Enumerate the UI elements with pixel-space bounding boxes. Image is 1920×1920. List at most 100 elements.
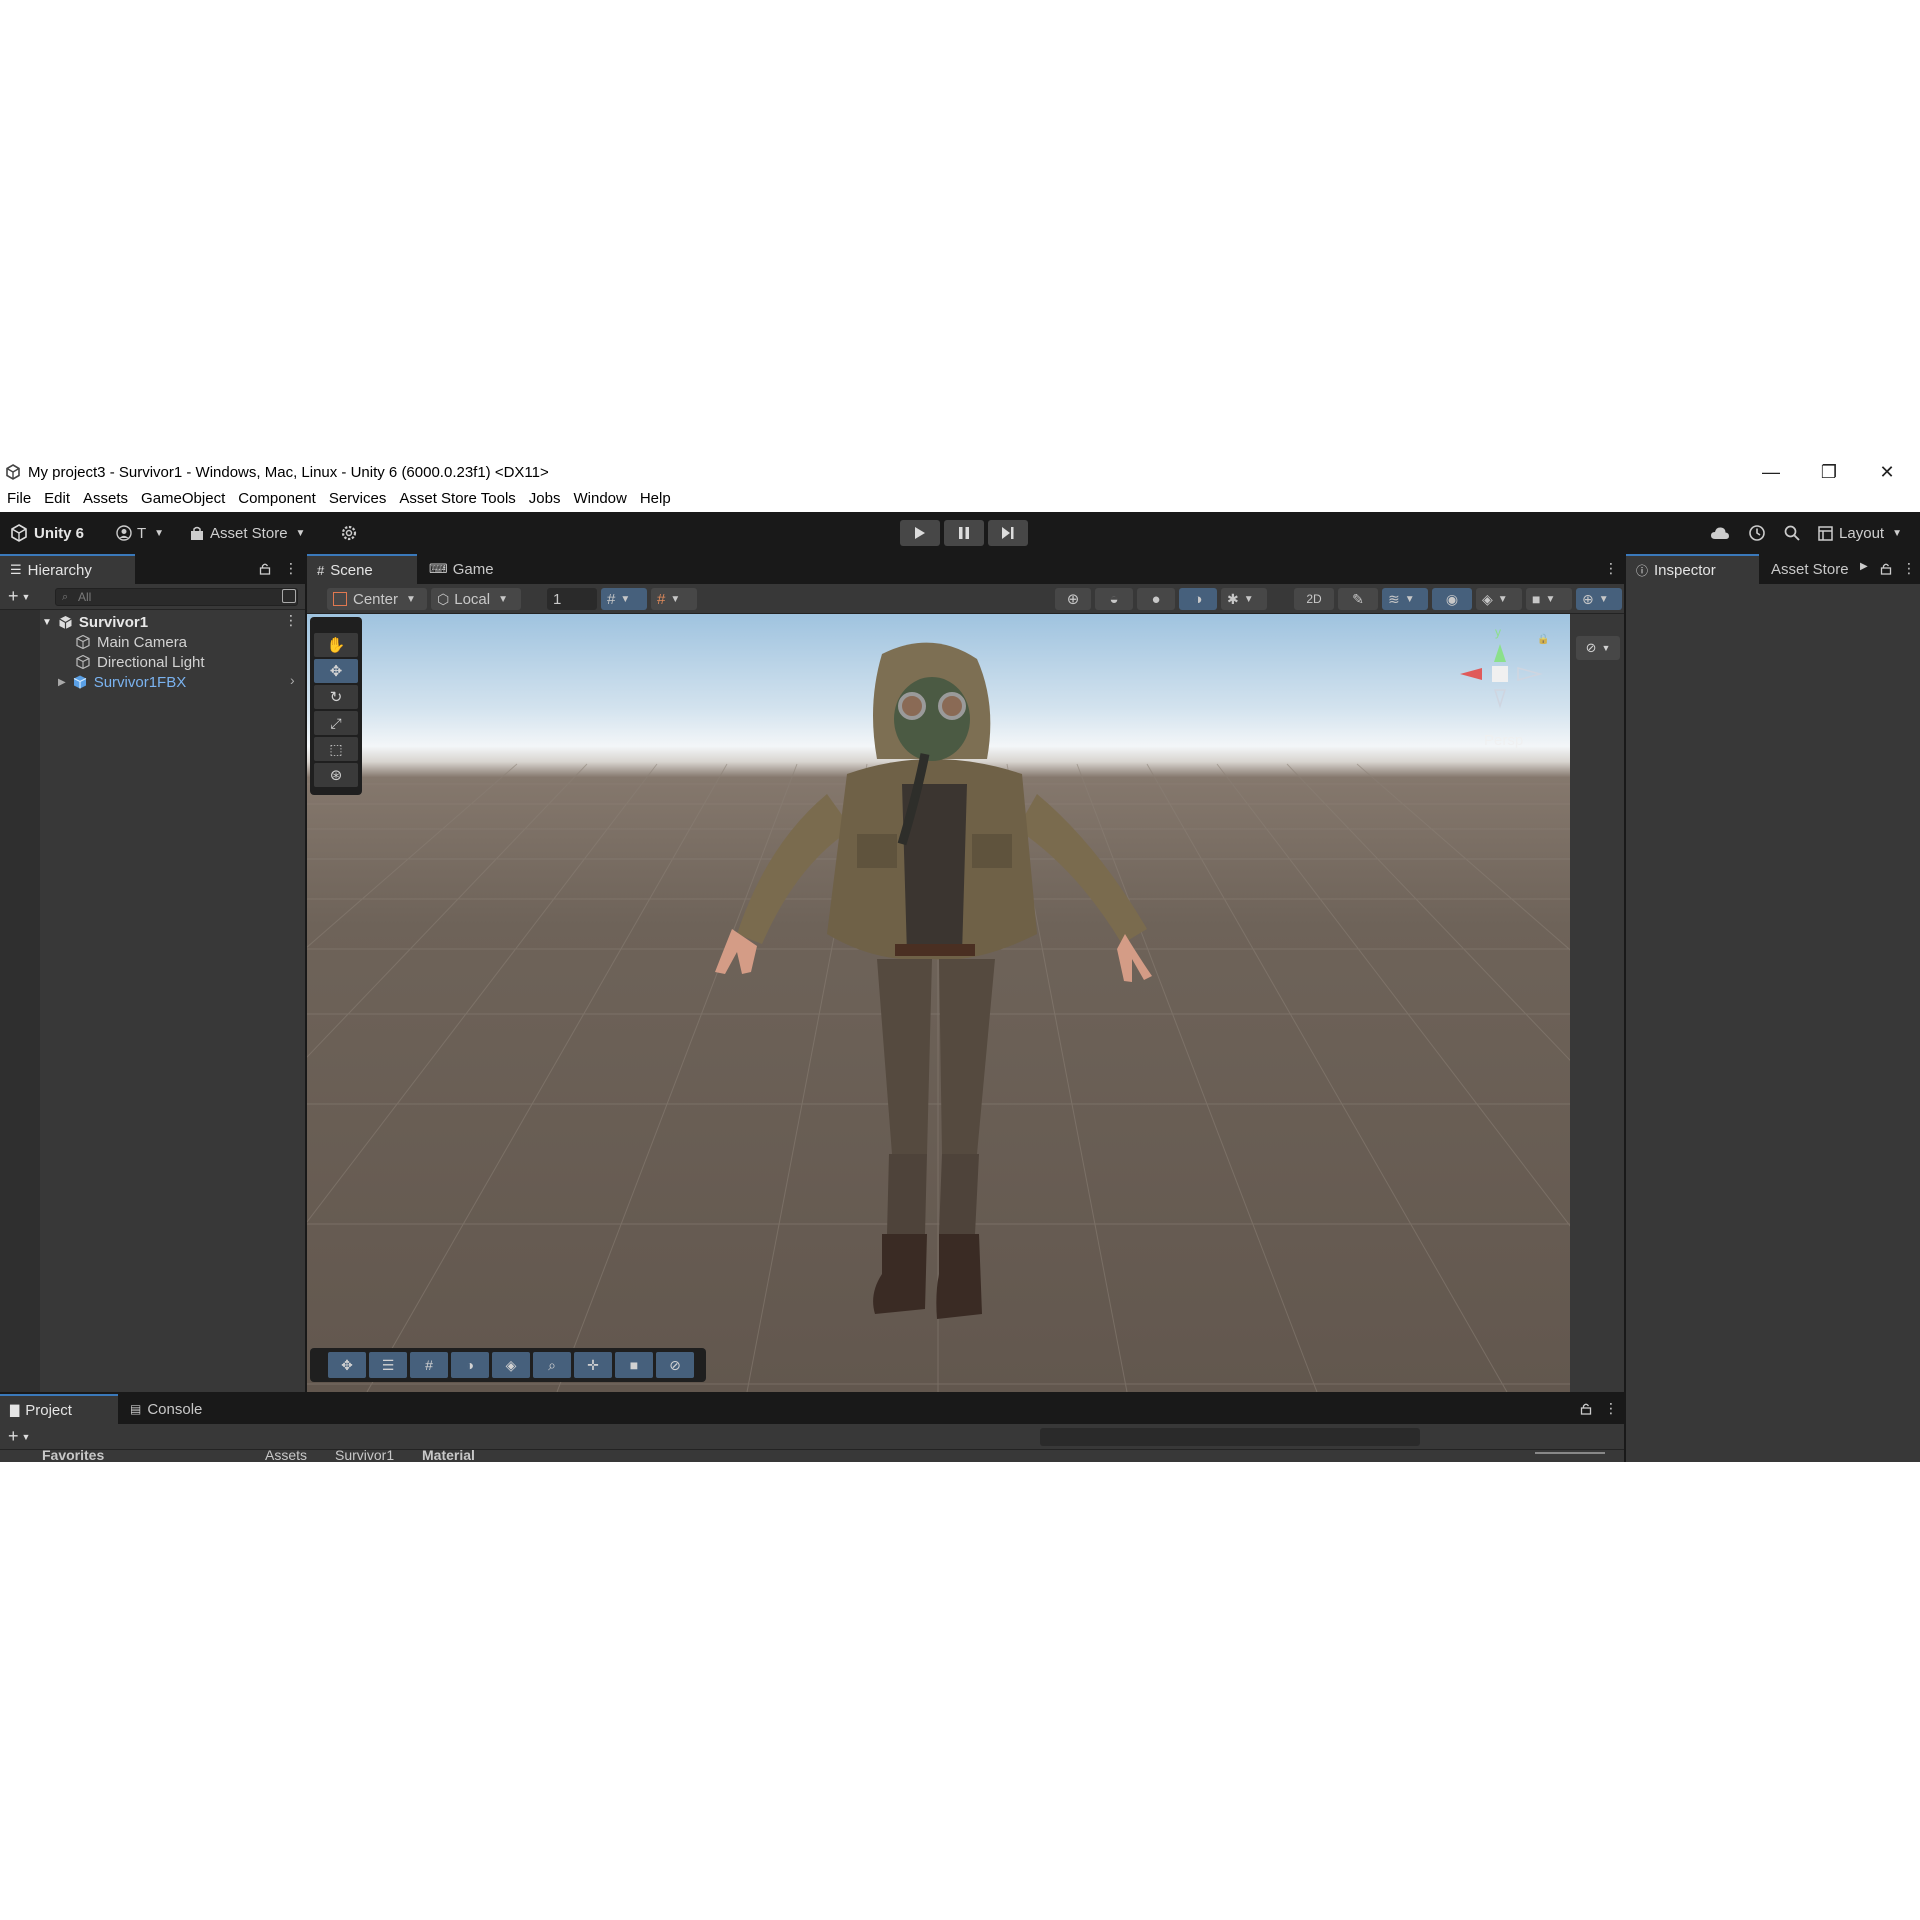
tab-project[interactable]: ▇ Project	[0, 1394, 118, 1424]
tab-hierarchy[interactable]: ☰ Hierarchy	[0, 554, 135, 584]
chevron-right-icon[interactable]: ›	[290, 672, 295, 688]
gameobject-cube-icon	[75, 634, 91, 650]
account-dropdown[interactable]: T ▼	[116, 522, 164, 544]
unity-brand-button[interactable]: Unity 6	[10, 522, 84, 544]
tree-row-scene[interactable]: ▼ Survivor1	[42, 612, 148, 632]
more-options-icon[interactable]: ⋮	[284, 612, 298, 629]
scene-visibility-icon[interactable]	[282, 589, 296, 603]
hand-tool-button[interactable]: ✋	[314, 633, 358, 657]
more-options-icon[interactable]: ⋮	[1604, 1400, 1618, 1417]
gizmo-neg-y-arrow	[1493, 689, 1507, 709]
navigation-mode-dropdown[interactable]: ⊘ ▼	[1576, 636, 1620, 660]
menu-edit[interactable]: Edit	[44, 490, 70, 507]
gear-icon[interactable]	[338, 522, 360, 544]
camera-overlay-button[interactable]: ■	[615, 1352, 653, 1378]
light-off-icon: ✎	[1352, 590, 1364, 607]
create-asset-button[interactable]: + ▼	[8, 1426, 30, 1447]
rotate-tool-button[interactable]: ↻	[314, 685, 358, 709]
play-button[interactable]	[900, 520, 940, 546]
step-button[interactable]	[988, 520, 1028, 546]
zoom-button[interactable]: ⌕	[533, 1352, 571, 1378]
project-search-input[interactable]	[1040, 1428, 1420, 1446]
tab-game[interactable]: ⌨ Game	[419, 554, 519, 584]
lock-icon[interactable]	[259, 562, 271, 580]
more-options-icon[interactable]: ⋮	[284, 560, 298, 577]
lock-icon[interactable]	[1580, 1402, 1592, 1420]
tree-row-main-camera[interactable]: Main Camera	[75, 632, 187, 652]
lock-icon[interactable]	[1880, 562, 1892, 580]
chevron-right-icon[interactable]: ▶	[1860, 561, 1868, 572]
menu-services[interactable]: Services	[329, 490, 387, 507]
hierarchy-search-input[interactable]: ⌕ All	[55, 588, 298, 606]
audio-effects-dropdown[interactable]: ≋ ▼	[1382, 588, 1428, 610]
expand-arrow-icon[interactable]: ▶	[58, 677, 66, 688]
scene-visibility-toggle[interactable]: ◉	[1432, 588, 1472, 610]
menu-jobs[interactable]: Jobs	[529, 490, 561, 507]
tree-row-prefab[interactable]: ▶ Survivor1FBX	[58, 672, 186, 692]
expand-arrow-icon[interactable]: ▼	[42, 617, 52, 628]
debug-draw-mode-dropdown[interactable]: ✱ ▼	[1221, 588, 1267, 610]
scene-toolbar: Center ▼ ⬡ Local ▼ 1 # ▼ # ▼ ⊕ ◒ ● ◑ ✱ ▼…	[307, 584, 1624, 614]
more-options-icon[interactable]: ⋮	[1902, 560, 1916, 577]
rect-tool-button[interactable]: ⬚	[314, 737, 358, 761]
icon-size-slider[interactable]	[1535, 1452, 1605, 1454]
view-projection-label[interactable]: Persp	[1484, 732, 1523, 749]
pivot-overlay-button[interactable]: ✛	[574, 1352, 612, 1378]
tab-console[interactable]: ▤ Console	[120, 1394, 230, 1424]
2d-toggle-button[interactable]: 2D	[1294, 588, 1334, 610]
shaded-wireframe-button[interactable]: ◒	[1095, 588, 1133, 610]
gameobject-cube-icon	[75, 654, 91, 670]
move-view-button[interactable]: ✥	[328, 1352, 366, 1378]
favorites-label[interactable]: Favorites	[42, 1450, 104, 1462]
tree-row-directional-light[interactable]: Directional Light	[75, 652, 205, 672]
close-button[interactable]: ✕	[1858, 460, 1916, 484]
tab-scene[interactable]: # Scene	[307, 554, 417, 584]
grid-overlay-button[interactable]: #	[410, 1352, 448, 1378]
pivot-mode-dropdown[interactable]: Center ▼	[327, 588, 427, 610]
gizmos-dropdown[interactable]: ⊕ ▼	[1576, 588, 1622, 610]
menu-file[interactable]: File	[7, 490, 31, 507]
add-object-button[interactable]: + ▼	[8, 586, 30, 607]
adjust-button[interactable]: ☰	[369, 1352, 407, 1378]
breadcrumb-assets[interactable]: Assets	[265, 1450, 307, 1462]
search-icon[interactable]	[1784, 525, 1800, 541]
lock-icon[interactable]: 🔒	[1537, 634, 1549, 645]
menu-help[interactable]: Help	[640, 490, 671, 507]
grid-size-field[interactable]: 1	[547, 588, 597, 610]
minimize-button[interactable]: —	[1742, 460, 1800, 484]
tab-asset-store[interactable]: Asset Store	[1761, 554, 1861, 584]
asset-store-dropdown[interactable]: Asset Store ▼	[190, 522, 305, 544]
layers-overlay-button[interactable]: ◈	[492, 1352, 530, 1378]
character-model[interactable]	[677, 634, 1197, 1354]
shaded-button[interactable]: ●	[1137, 588, 1175, 610]
pause-button[interactable]	[944, 520, 984, 546]
breadcrumb-survivor1[interactable]: Survivor1	[335, 1450, 394, 1462]
menu-gameobject[interactable]: GameObject	[141, 490, 225, 507]
cloud-icon[interactable]	[1710, 526, 1730, 540]
move-tool-button[interactable]: ✥	[314, 659, 358, 683]
tab-inspector[interactable]: ⓘ Inspector	[1626, 554, 1759, 584]
layers-dropdown[interactable]: ◈ ▼	[1476, 588, 1522, 610]
grid-snap-toggle[interactable]: # ▼	[601, 588, 647, 610]
lit-shading-button[interactable]: ◑	[1179, 588, 1217, 610]
breadcrumb-material[interactable]: Material	[422, 1450, 475, 1462]
lighting-overlay-button[interactable]: ◑	[451, 1352, 489, 1378]
menu-component[interactable]: Component	[238, 490, 316, 507]
more-options-icon[interactable]: ⋮	[1604, 560, 1618, 577]
transform-tool-button[interactable]: ⊛	[314, 763, 358, 787]
menu-asset-store-tools[interactable]: Asset Store Tools	[399, 490, 515, 507]
camera-settings-dropdown[interactable]: ■ ▼	[1526, 588, 1572, 610]
restore-button[interactable]: ❐	[1800, 460, 1858, 484]
pivot-space-dropdown[interactable]: ⬡ Local ▼	[431, 588, 521, 610]
layout-dropdown[interactable]: Layout ▼	[1818, 525, 1902, 542]
lighting-toggle-button[interactable]: ✎	[1338, 588, 1378, 610]
menu-assets[interactable]: Assets	[83, 490, 128, 507]
scale-tool-button[interactable]: ⤢	[314, 711, 358, 735]
navigation-overlay-button[interactable]: ⊘	[656, 1352, 694, 1378]
scene-viewport[interactable]: ✋ ✥ ↻ ⤢ ⬚ ⊛ y Persp 🔒 ✥ ☰ # ◑ ◈ ⌕ ✛ ■ ⊘	[307, 614, 1570, 1392]
increment-snap-toggle[interactable]: # ▼	[651, 588, 697, 610]
hand-icon: ✋	[326, 637, 346, 654]
wireframe-shading-button[interactable]: ⊕	[1055, 588, 1091, 610]
menu-window[interactable]: Window	[573, 490, 626, 507]
history-icon[interactable]	[1748, 524, 1766, 542]
